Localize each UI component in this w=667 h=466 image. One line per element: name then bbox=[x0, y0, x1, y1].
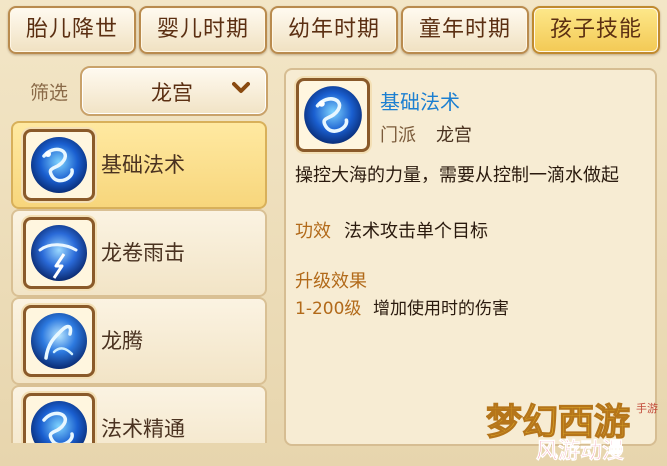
tab-fetal[interactable]: 胎儿降世 bbox=[8, 6, 136, 54]
skill-title: 基础法术 bbox=[380, 90, 460, 114]
skill-item-dragon-storm[interactable]: 龙卷雨击 bbox=[11, 209, 267, 297]
school-dropdown[interactable]: 龙宫 bbox=[80, 66, 268, 116]
skill-description: 操控大海的力量，需要从控制一滴水做起 bbox=[295, 165, 619, 186]
svg-text:手游: 手游 bbox=[636, 401, 658, 415]
dragon-orb-icon bbox=[23, 393, 95, 443]
school-value: 龙宫 bbox=[436, 125, 472, 146]
storm-orb-icon bbox=[23, 217, 95, 289]
skill-item-dragon-rise[interactable]: 龙腾 bbox=[11, 297, 267, 385]
dragon-orb-icon bbox=[296, 78, 370, 152]
game-panel: 胎儿降世 婴儿时期 幼年时期 童年时期 孩子技能 筛选 龙宫 基础法术 龙卷雨击… bbox=[0, 0, 667, 466]
upgrade-title: 升级效果 bbox=[295, 271, 367, 292]
school-label: 门派 bbox=[380, 125, 416, 146]
skill-item-magic-mastery[interactable]: 法术精通 bbox=[11, 385, 267, 443]
effect-label: 功效 bbox=[295, 221, 331, 242]
skill-item-basic-magic[interactable]: 基础法术 bbox=[11, 121, 267, 209]
tab-childhood[interactable]: 童年时期 bbox=[401, 6, 529, 54]
skill-item-label: 基础法术 bbox=[101, 153, 185, 177]
svg-text:梦幻西游: 梦幻西游 bbox=[486, 402, 630, 443]
tab-early-child[interactable]: 幼年时期 bbox=[270, 6, 398, 54]
dragon-rise-icon bbox=[23, 305, 95, 377]
filter-label: 筛选 bbox=[30, 82, 69, 104]
effect-value: 法术攻击单个目标 bbox=[344, 221, 488, 242]
svg-text:风游动漫: 风游动漫 bbox=[536, 438, 624, 462]
watermark-logo: 梦幻西游 手游 风游动漫 bbox=[486, 401, 658, 462]
skill-item-label: 法术精通 bbox=[101, 417, 185, 441]
skill-item-label: 龙卷雨击 bbox=[101, 241, 185, 265]
upgrade-level-range: 1-200级 bbox=[295, 299, 362, 319]
tab-infant[interactable]: 婴儿时期 bbox=[139, 6, 267, 54]
upgrade-effect: 增加使用时的伤害 bbox=[373, 299, 509, 319]
skill-item-label: 龙腾 bbox=[101, 329, 143, 353]
chevron-down-icon bbox=[232, 82, 250, 93]
dragon-orb-icon bbox=[23, 129, 95, 201]
tab-child-skills[interactable]: 孩子技能 bbox=[532, 6, 660, 54]
skill-list[interactable]: 基础法术 龙卷雨击 龙腾 法术精通 bbox=[11, 121, 267, 443]
tab-bar: 胎儿降世 婴儿时期 幼年时期 童年时期 孩子技能 bbox=[8, 6, 660, 54]
